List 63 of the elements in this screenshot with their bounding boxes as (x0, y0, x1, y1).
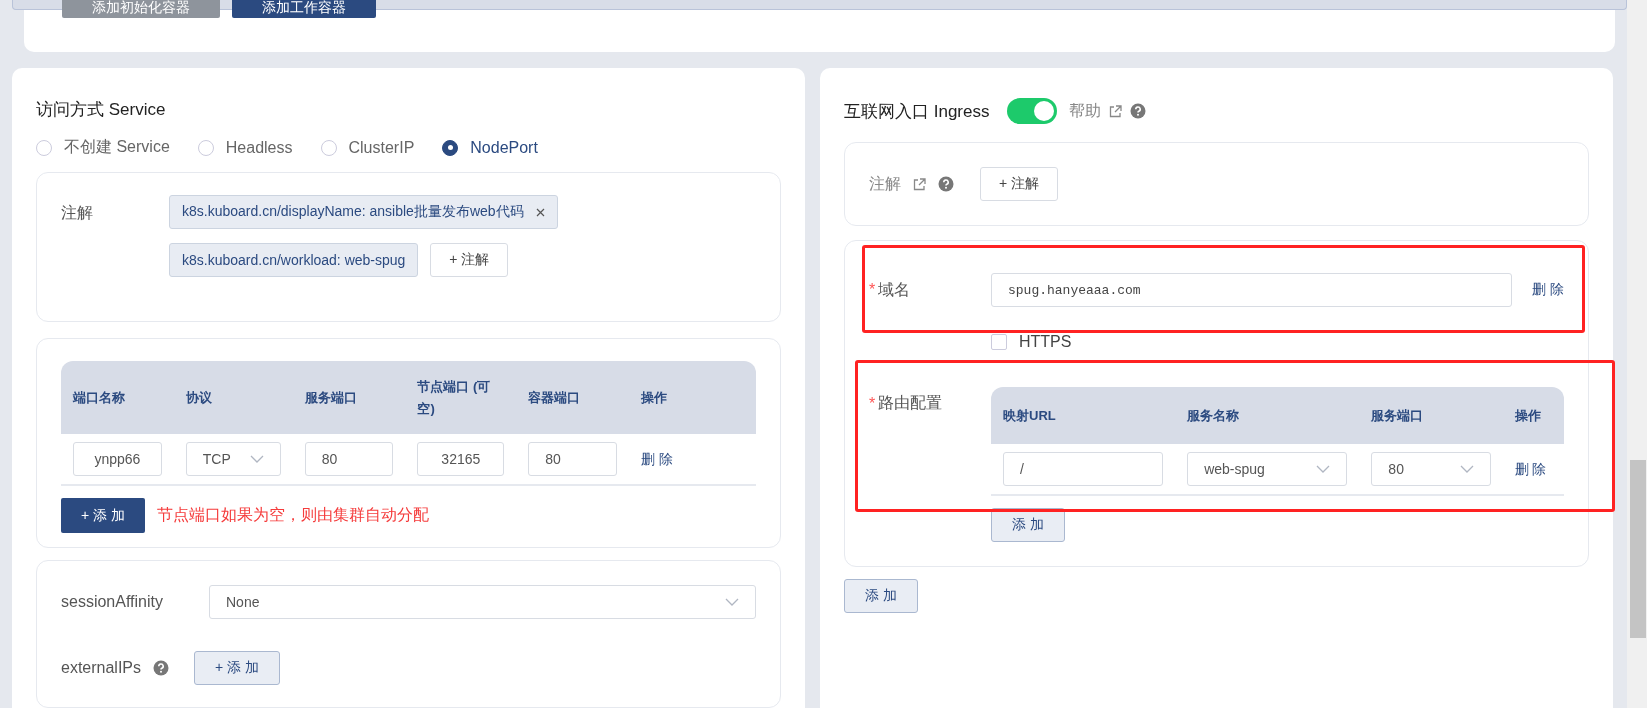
help-link[interactable]: 帮助 (1069, 100, 1102, 122)
external-link-icon[interactable] (913, 177, 926, 191)
field-label: 注解 (869, 173, 901, 194)
field-label: 域名 (878, 279, 911, 300)
add-annotation-button[interactable]: + 注解 (980, 167, 1059, 201)
column-header: 操作 (1502, 387, 1564, 444)
radio-icon[interactable] (442, 139, 459, 156)
column-header: 服务端口 (1359, 387, 1503, 444)
domain-field[interactable]: spug.hanyeaaa.com (991, 273, 1513, 307)
add-route-button[interactable]: 添 加 (991, 508, 1065, 542)
scrollbar[interactable] (1627, 0, 1647, 708)
chevron-icon (725, 598, 739, 606)
protocol-select[interactable]: TCP (185, 442, 281, 476)
annotation-tag: k8s.kuboard.cn/workload: web-spug (169, 243, 419, 277)
chevron-icon (1459, 465, 1474, 473)
column-header: 服务名称 (1175, 387, 1360, 444)
external-link-icon[interactable] (1109, 104, 1123, 118)
column-header: 服务端口 (292, 361, 406, 434)
column-header: 节点端口 (可空) (405, 361, 517, 434)
url-field[interactable]: / (1003, 452, 1164, 486)
field-label: 路由配置 (878, 393, 943, 413)
radio-option[interactable]: Headless (197, 137, 293, 158)
column-header: 容器端口 (516, 361, 630, 434)
column-header: 操作 (629, 361, 756, 434)
section-title: 互联网入口 Ingress (844, 100, 990, 123)
help-icon[interactable] (153, 660, 170, 676)
section-title: 访问方式 Service (36, 99, 166, 121)
column-header: 映射URL (991, 387, 1176, 444)
add-container-button[interactable]: 添加工作容器 (232, 0, 376, 18)
port-select[interactable]: 80 (1371, 452, 1491, 486)
delete-link[interactable]: 删 除 (1514, 460, 1547, 479)
service-port-field[interactable]: 80 (304, 442, 394, 476)
checkbox-label: HTTPS (1019, 333, 1072, 351)
delete-link[interactable]: 删 除 (641, 450, 673, 469)
required-mark: * (869, 394, 876, 413)
field-label: sessionAffinity (61, 593, 164, 611)
radio-option[interactable]: NodePort (442, 137, 538, 158)
close-icon[interactable] (535, 207, 545, 217)
chevron-icon (249, 455, 264, 463)
session-affinity-select[interactable]: None (209, 585, 756, 619)
column-header: 协议 (173, 361, 293, 434)
column-header: 端口名称 (61, 361, 174, 434)
add-port-button[interactable]: + 添 加 (61, 498, 145, 533)
delete-link[interactable]: 删 除 (1532, 281, 1564, 299)
required-mark: * (869, 281, 876, 299)
container-port-field[interactable]: 80 (528, 442, 618, 476)
hint-text: 节点端口如果为空，则由集群自动分配 (156, 505, 429, 525)
add-ip-button[interactable]: + 添 加 (194, 651, 280, 685)
add-annotation-button[interactable]: + 注解 (430, 243, 509, 277)
chevron-icon (1316, 465, 1331, 473)
ingress-toggle[interactable] (1007, 98, 1058, 124)
field-label: 注解 (61, 203, 94, 223)
help-icon[interactable] (938, 176, 954, 192)
radio-option[interactable]: ClusterIP (320, 137, 415, 158)
radio-option[interactable]: 不创建 Service (36, 137, 170, 158)
port-name-field[interactable]: ynpp66 (73, 442, 162, 476)
help-icon[interactable] (1130, 103, 1147, 119)
service-select[interactable]: web-spug (1187, 452, 1348, 486)
checkbox[interactable] (991, 334, 1007, 350)
field-label: externalIPs (61, 659, 142, 677)
node-port-field[interactable]: 32165 (417, 442, 505, 476)
annotation-tag: k8s.kuboard.cn/displayName: ansible批量发布web代码 (169, 195, 558, 229)
add-rule-button[interactable]: 添 加 (844, 579, 918, 613)
